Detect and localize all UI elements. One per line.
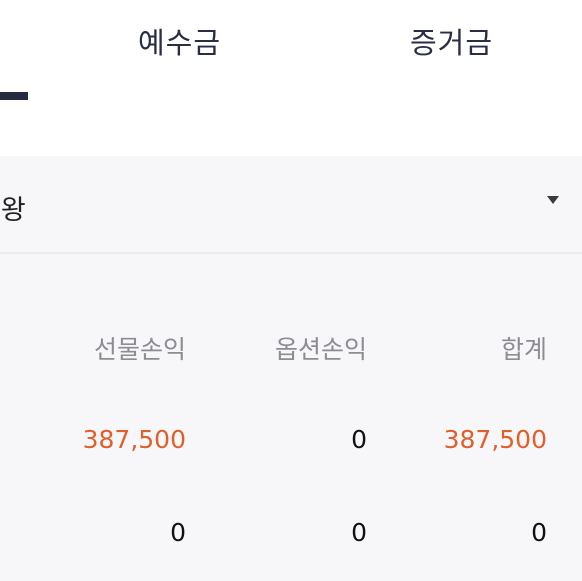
account-select[interactable]: 승왕 [0,156,582,254]
tab-deposit[interactable]: 예수금 [138,20,221,62]
account-name: 승왕 [0,195,26,226]
tab-margin[interactable]: 증거금 [410,20,493,62]
row2-futures-pnl: 0 [170,518,186,547]
active-tab-indicator [0,92,28,100]
header-options-pnl: 옵션손익 [274,335,367,364]
row2-total: 0 [531,518,547,547]
row2-options-pnl: 0 [351,518,367,547]
tab-bar: 예수금 증거금 [0,0,582,110]
pnl-table: 선물손익 옵션손익 합계 387,500 0 387,500 0 0 0 [0,254,582,581]
header-total: 합계 [500,335,547,364]
caret-down-icon[interactable] [547,196,559,204]
row1-futures-pnl: 387,500 [82,425,186,454]
row1-options-pnl: 0 [351,425,367,454]
header-futures-pnl: 선물손익 [93,335,186,364]
pnl-page: 예수금 증거금 승왕 선물손익 옵션손익 합계 387,500 0 387,50… [0,0,582,581]
row1-total: 387,500 [443,425,547,454]
